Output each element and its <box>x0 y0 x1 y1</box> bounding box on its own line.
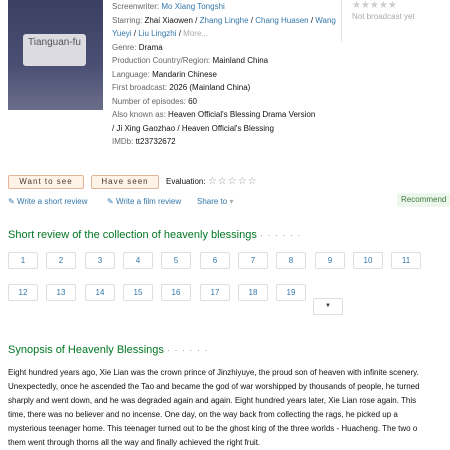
language-value: Mandarin Chinese <box>152 69 217 79</box>
page-button[interactable]: 1 <box>8 252 38 269</box>
page-button[interactable]: 18 <box>238 284 268 301</box>
synopsis-text: Eight hundred years ago, Xie Lian was th… <box>8 366 450 450</box>
page-button[interactable]: 7 <box>238 252 268 269</box>
title-dots: · · · · · · <box>166 345 209 355</box>
synopsis-line: time, there was no believer and no incen… <box>8 410 398 419</box>
language-row: Language: Mandarin Chinese <box>112 68 337 82</box>
rating-status: Not broadcast yet <box>352 12 415 21</box>
screenwriter-link[interactable]: Mo Xiang Tongshi <box>161 2 224 11</box>
page-button[interactable]: 12 <box>8 284 38 301</box>
broadcast-row: First broadcast: 2026 (Mainland China) <box>112 81 337 95</box>
imdb-row: IMDb: tt23732672 <box>112 135 337 149</box>
genre-row: Genre: Drama <box>112 41 337 55</box>
recommend-button[interactable]: Recommend <box>397 193 450 207</box>
aka-value-1: Heaven Official's Blessing Drama Version <box>168 110 316 119</box>
caret-down-icon: ▼ <box>325 303 331 309</box>
page-button[interactable]: 8 <box>276 252 306 269</box>
write-short-review[interactable]: ✎ Write a short review <box>8 197 87 206</box>
separator: / <box>192 15 200 25</box>
title-dots: · · · · · · <box>259 230 302 240</box>
share-to[interactable]: Share to ▾ <box>197 197 234 206</box>
broadcast-value: 2026 (Mainland China) <box>169 83 251 92</box>
synopsis-title: Synopsis of Heavenly Blessings · · · · ·… <box>8 344 208 356</box>
synopsis-line: them went through thorns all the way and… <box>8 438 261 447</box>
more-cast-link[interactable]: More... <box>183 29 208 38</box>
synopsis-title-text: Synopsis of Heavenly Blessings <box>8 344 164 356</box>
evaluation-stars-icon[interactable]: ☆☆☆☆☆ <box>208 176 258 187</box>
share-to-label[interactable]: Share to <box>197 197 227 206</box>
rating-stars-icon: ★★★★★ <box>352 0 397 11</box>
page-button[interactable]: 11 <box>391 252 421 269</box>
write-film-review-label[interactable]: Write a film review <box>116 197 181 206</box>
imdb-label: IMDb: <box>112 137 134 146</box>
synopsis-line: mysterious teenager home. This teenager … <box>8 424 418 433</box>
country-label: Production Country/Region: <box>112 56 211 65</box>
country-region: Mainland <box>212 56 245 65</box>
page-button[interactable]: 3 <box>85 252 115 269</box>
write-short-review-label[interactable]: Write a short review <box>17 197 88 206</box>
evaluation-label: Evaluation: <box>166 177 206 186</box>
rating-box: ★★★★★ Not broadcast yet <box>341 0 450 42</box>
country-value: China <box>247 56 269 65</box>
page-button[interactable]: 9 <box>315 252 345 269</box>
have-seen-button[interactable]: Have seen <box>91 175 159 189</box>
starring-label: Starring: <box>112 15 143 25</box>
evaluation: Evaluation: ☆☆☆☆☆ <box>166 175 258 189</box>
episodes-row: Number of episodes: 60 <box>112 95 337 109</box>
star-5-link[interactable]: Liu Lingzhi <box>138 29 176 38</box>
screenwriter-label: Screenwriter: <box>112 2 160 11</box>
starring-row: Starring: Zhai Xiaowen / Zhang Linghe / … <box>112 14 337 41</box>
episodes-label: Number of episodes: <box>112 96 186 106</box>
page-button[interactable]: 2 <box>46 252 76 269</box>
page-button[interactable]: 13 <box>46 284 76 301</box>
aka-row: Also known as: Heaven Official's Blessin… <box>112 108 337 122</box>
expand-pages-button[interactable]: ▼ <box>313 298 343 315</box>
page-button[interactable]: 6 <box>200 252 230 269</box>
star-3-link[interactable]: Chang Huasen <box>255 16 308 25</box>
star-2-link[interactable]: Zhang Linghe <box>200 16 249 25</box>
aka-row-2: / Ji Xing Gaozhao / Heaven Official's Bl… <box>112 122 337 136</box>
page-button[interactable]: 15 <box>123 284 153 301</box>
page-button[interactable]: 4 <box>123 252 153 269</box>
want-to-see-button[interactable]: Want to see <box>8 175 84 189</box>
genre-label: Genre: <box>112 42 137 52</box>
write-film-review[interactable]: ✎ Write a film review <box>107 197 181 206</box>
pencil-icon: ✎ <box>107 197 114 206</box>
broadcast-label: First broadcast: <box>112 83 168 92</box>
page-button[interactable]: 19 <box>276 284 306 301</box>
page-button[interactable]: 10 <box>353 252 383 269</box>
pencil-icon: ✎ <box>8 197 15 206</box>
dropdown-arrow-icon: ▾ <box>229 197 234 206</box>
screenwriter-row: Screenwriter: Mo Xiang Tongshi <box>112 0 337 14</box>
language-label: Language: <box>112 69 150 79</box>
page-button[interactable]: 5 <box>161 252 191 269</box>
imdb-value: tt23732672 <box>135 137 176 146</box>
star-1[interactable]: Zhai Xiaowen <box>144 16 192 25</box>
episodes-value: 60 <box>188 96 197 106</box>
aka-value-2: / Ji Xing Gaozhao / Heaven Official's Bl… <box>112 123 274 133</box>
page-button[interactable]: 14 <box>85 284 115 301</box>
genre-value: Drama <box>138 42 163 52</box>
page-button[interactable]: 16 <box>161 284 191 301</box>
poster-image[interactable]: Tianguan-fu <box>8 0 103 110</box>
page-button[interactable]: 17 <box>200 284 230 301</box>
synopsis-line: Eight hundred years ago, Xie Lian was th… <box>8 368 419 377</box>
country-row: Production Country/Region: Mainland Chin… <box>112 54 337 68</box>
synopsis-line: sharply and went down, and he was degrad… <box>8 396 417 405</box>
short-review-title-text[interactable]: Short review of the collection of heaven… <box>8 229 257 241</box>
synopsis-line: Unexpectedly, once he ascended the Tao a… <box>8 382 420 391</box>
info-block: Screenwriter: Mo Xiang Tongshi Starring:… <box>112 0 337 149</box>
poster-tag: Tianguan-fu <box>23 34 86 66</box>
aka-label: Also known as: <box>112 110 166 119</box>
short-review-title: Short review of the collection of heaven… <box>8 229 301 241</box>
